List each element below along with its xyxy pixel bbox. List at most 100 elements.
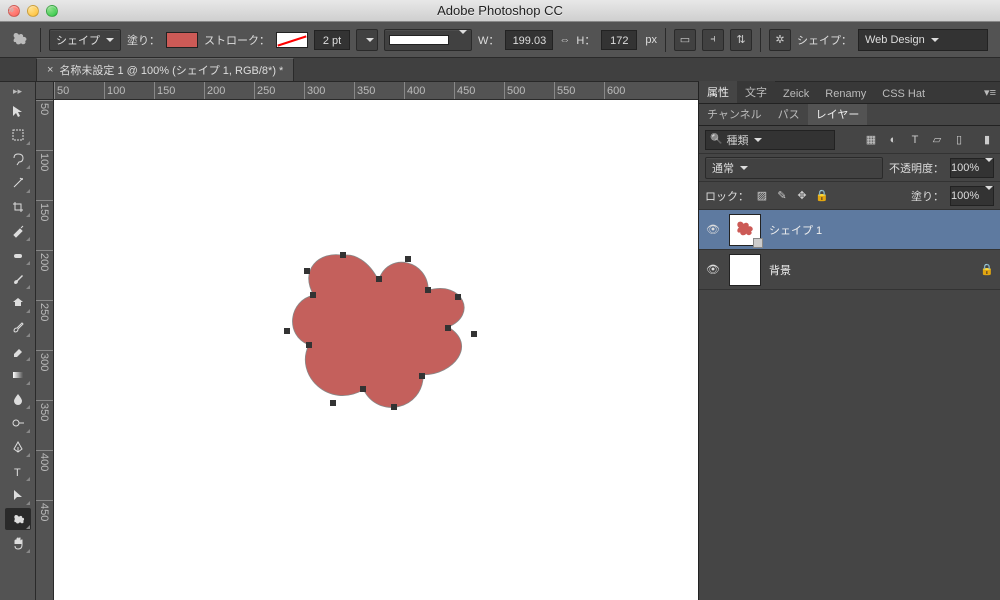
eyedropper-tool[interactable] <box>5 220 31 242</box>
move-tool[interactable] <box>5 100 31 122</box>
document-tab[interactable]: × 名称未設定 1 @ 100% (シェイプ 1, RGB/8*) * <box>36 58 294 81</box>
lock-position-icon[interactable]: ✥ <box>795 189 809 203</box>
height-label: H： <box>576 32 595 48</box>
link-icon[interactable]: ⇔ <box>559 34 570 46</box>
visibility-icon[interactable]: 👁 <box>705 223 721 236</box>
lasso-tool[interactable] <box>5 148 31 170</box>
workspace-dropdown[interactable]: Web Design <box>858 29 988 51</box>
tool-mode-dropdown[interactable]: シェイプ <box>49 29 121 51</box>
panel-tab[interactable]: Renamy <box>817 85 874 103</box>
layer-name: シェイプ 1 <box>769 222 822 238</box>
panel-tab[interactable]: 属性 <box>699 81 737 103</box>
height-input[interactable]: 172 <box>601 30 637 50</box>
lock-pixels-icon[interactable]: ✎ <box>775 189 789 203</box>
marquee-tool[interactable] <box>5 124 31 146</box>
ruler-tick: 150 <box>154 82 204 99</box>
panel-tab[interactable]: パス <box>770 103 808 125</box>
align-button[interactable]: ⫞ <box>702 29 724 51</box>
filter-smart-icon[interactable]: ▯ <box>952 133 966 147</box>
ruler-tick: 100 <box>36 150 53 200</box>
blend-mode-dropdown[interactable]: 通常 <box>705 157 883 179</box>
ruler-tick: 250 <box>254 82 304 99</box>
hand-tool[interactable] <box>5 532 31 554</box>
eraser-tool[interactable] <box>5 340 31 362</box>
separator <box>665 28 666 52</box>
filter-adjust-icon[interactable]: ◐ <box>886 133 900 147</box>
ruler-tick: 150 <box>36 200 53 250</box>
canvas-area: 50100150200250300350400450500550600 5010… <box>36 82 698 600</box>
healing-brush-tool[interactable] <box>5 244 31 266</box>
panel-tab[interactable]: CSS Hat <box>874 85 933 103</box>
layer-row[interactable]: 👁 シェイプ 1 <box>699 210 1000 250</box>
stroke-style-dropdown[interactable] <box>384 29 472 51</box>
pen-tool[interactable] <box>5 436 31 458</box>
tab-overflow-icon[interactable]: » <box>8 4 14 16</box>
stroke-label: ストローク： <box>204 32 270 48</box>
ruler-horizontal[interactable]: 50100150200250300350400450500550600 <box>54 82 698 100</box>
panel-tab[interactable]: 文字 <box>737 81 775 103</box>
layer-thumbnail[interactable] <box>729 254 761 286</box>
stroke-swatch[interactable] <box>276 32 308 48</box>
ruler-tick: 350 <box>354 82 404 99</box>
svg-text:T: T <box>14 467 21 478</box>
layer-filter-row: 種類 ▦ ◐ T ▱ ▯ ▮ <box>699 126 1000 154</box>
blur-tool[interactable] <box>5 388 31 410</box>
lock-transparency-icon[interactable]: ▨ <box>755 189 769 203</box>
toolbar-grip-icon[interactable]: ▸▸ <box>13 86 22 97</box>
panel-tab[interactable]: Zeick <box>775 85 817 103</box>
fill-swatch[interactable] <box>166 32 198 48</box>
opacity-input[interactable]: 100% <box>950 158 994 178</box>
layer-filter-dropdown[interactable]: 種類 <box>705 130 835 150</box>
blend-opacity-row: 通常 不透明度： 100% <box>699 154 1000 182</box>
panel-tab[interactable]: レイヤー <box>808 103 868 125</box>
stroke-width-dropdown[interactable] <box>356 29 378 51</box>
history-brush-tool[interactable] <box>5 316 31 338</box>
custom-shape-tool[interactable] <box>5 508 31 530</box>
stroke-width-input[interactable]: 2 pt <box>314 30 350 50</box>
path-ops-button[interactable]: ▭ <box>674 29 696 51</box>
crop-tool[interactable] <box>5 196 31 218</box>
canvas[interactable] <box>54 100 698 600</box>
document-tabs: » × 名称未設定 1 @ 100% (シェイプ 1, RGB/8*) * <box>0 58 1000 82</box>
gear-icon[interactable]: ✲ <box>769 29 791 51</box>
lock-all-icon[interactable]: 🔒 <box>815 189 829 203</box>
layer-thumbnail[interactable] <box>729 214 761 246</box>
lock-label: ロック： <box>705 188 749 204</box>
ruler-tick: 550 <box>554 82 604 99</box>
magic-wand-tool[interactable] <box>5 172 31 194</box>
dodge-tool[interactable] <box>5 412 31 434</box>
lock-fill-row: ロック： ▨ ✎ ✥ 🔒 塗り： 100% <box>699 182 1000 210</box>
minimize-icon[interactable] <box>27 5 39 17</box>
close-tab-icon[interactable]: × <box>47 64 53 76</box>
layer-row[interactable]: 👁 背景 🔒 <box>699 250 1000 290</box>
separator <box>760 28 761 52</box>
ruler-corner[interactable] <box>36 82 54 100</box>
clone-stamp-tool[interactable] <box>5 292 31 314</box>
panel-tabs-row-2: チャンネルパスレイヤー <box>699 104 1000 126</box>
filter-pixel-icon[interactable]: ▦ <box>864 133 878 147</box>
height-unit: px <box>645 34 657 46</box>
ruler-vertical[interactable]: 50100150200250300350400450 <box>36 100 54 600</box>
lock-icon[interactable]: 🔒 <box>980 263 994 276</box>
filter-toggle-icon[interactable]: ▮ <box>980 133 994 147</box>
arrange-button[interactable]: ⇅ <box>730 29 752 51</box>
ruler-tick: 300 <box>304 82 354 99</box>
panel-tab[interactable]: チャンネル <box>699 103 770 125</box>
filter-type-icon[interactable]: T <box>908 133 922 147</box>
maximize-icon[interactable] <box>46 5 58 17</box>
gradient-tool[interactable] <box>5 364 31 386</box>
path-selection-tool[interactable] <box>5 484 31 506</box>
shape-on-canvas[interactable] <box>279 245 478 417</box>
fill-opacity-input[interactable]: 100% <box>950 186 994 206</box>
ruler-tick: 50 <box>54 82 104 99</box>
width-input[interactable]: 199.03 <box>505 30 553 50</box>
brush-tool[interactable] <box>5 268 31 290</box>
visibility-icon[interactable]: 👁 <box>705 263 721 276</box>
tools-panel: ▸▸ T <box>0 82 36 600</box>
filter-shape-icon[interactable]: ▱ <box>930 133 944 147</box>
custom-shape-icon[interactable] <box>8 28 32 52</box>
panel-menu-icon[interactable]: ▾≡ <box>984 86 996 99</box>
ruler-tick: 450 <box>454 82 504 99</box>
ruler-tick: 100 <box>104 82 154 99</box>
type-tool[interactable]: T <box>5 460 31 482</box>
